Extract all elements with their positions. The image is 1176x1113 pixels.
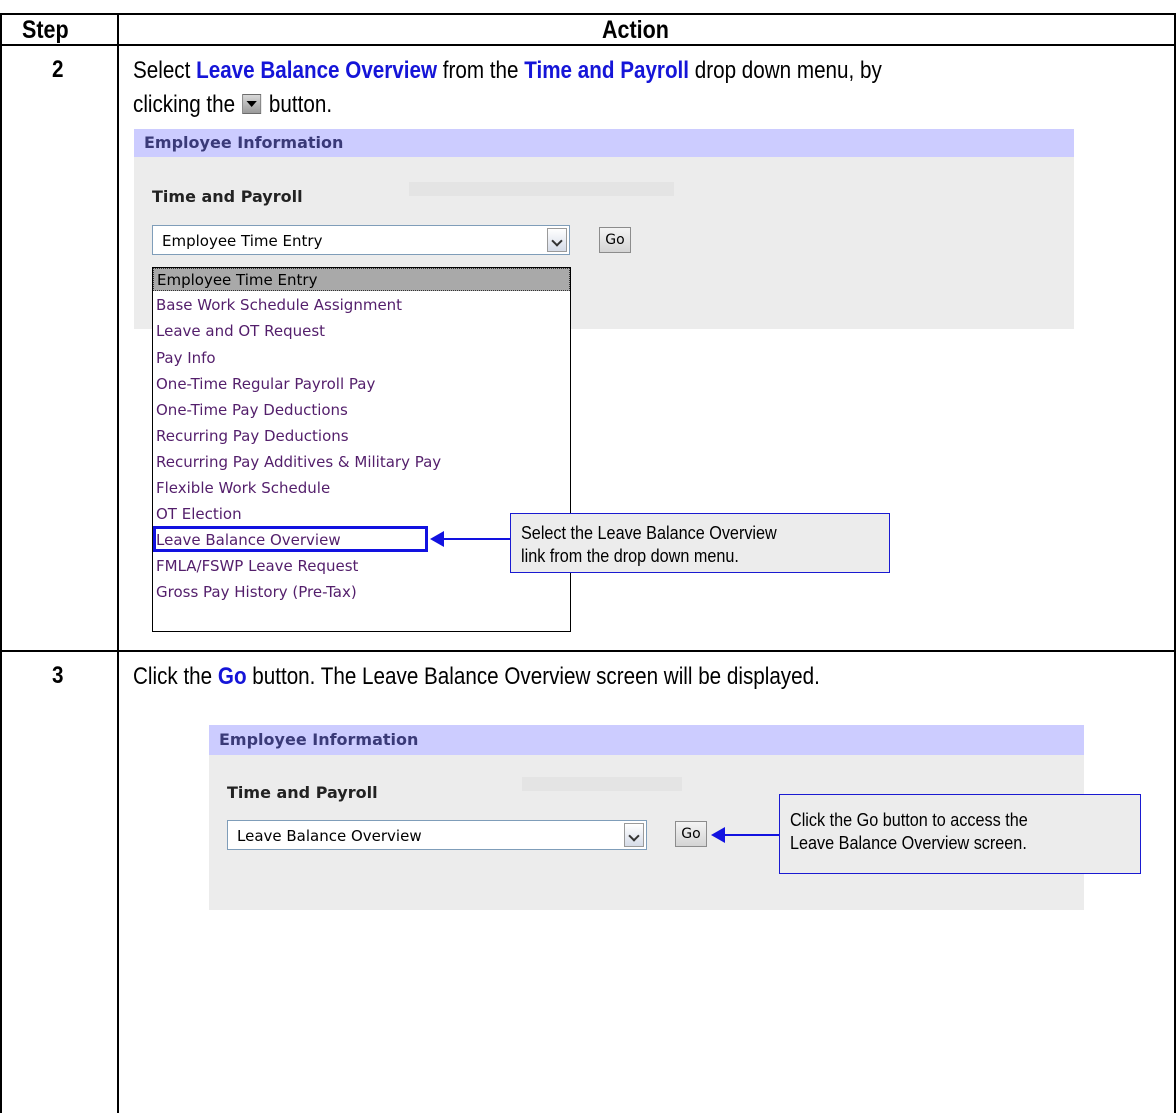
chevron-down-icon[interactable]: [624, 823, 644, 847]
select-current-value: Employee Time Entry: [162, 232, 323, 250]
time-and-payroll-highlight: Time and Payroll: [524, 57, 690, 84]
callout-line-1: Click the Go button to access the: [790, 810, 1028, 830]
dropdown-item[interactable]: Leave and OT Request: [153, 320, 570, 343]
dropdown-item[interactable]: Recurring Pay Additives & Military Pay: [153, 451, 570, 474]
step-3-number: 3: [52, 662, 64, 689]
faint-placeholder-bar: [522, 777, 682, 791]
select-current-value: Leave Balance Overview: [237, 827, 422, 845]
step-2-number: 2: [52, 56, 64, 83]
header-step: Step: [22, 16, 69, 44]
arrow-left-icon: [711, 827, 725, 843]
dropdown-item[interactable]: Base Work Schedule Assignment: [153, 294, 570, 317]
arrow-connector: [724, 834, 780, 836]
table-border-left: [0, 13, 2, 1113]
dropdown-item[interactable]: FMLA/FSWP Leave Request: [153, 555, 570, 578]
time-and-payroll-dropdown-list[interactable]: Employee Time Entry Base Work Schedule A…: [152, 267, 571, 632]
dropdown-item[interactable]: Flexible Work Schedule: [153, 477, 570, 500]
callout-line-2: link from the drop down menu.: [521, 546, 739, 566]
instruction-document: Step Action 2 Select Leave Balance Overv…: [0, 0, 1176, 1113]
time-and-payroll-select[interactable]: Leave Balance Overview: [227, 820, 647, 850]
dropdown-item[interactable]: One-Time Pay Deductions: [153, 399, 570, 422]
panel-title: Employee Information: [219, 730, 419, 749]
dropdown-item[interactable]: Recurring Pay Deductions: [153, 425, 570, 448]
step-2-text-dropdown: drop down menu, by: [689, 57, 882, 84]
dropdown-item[interactable]: One-Time Regular Payroll Pay: [153, 373, 570, 396]
callout-line-1: Select the Leave Balance Overview: [521, 523, 777, 543]
panel-header: Employee Information: [134, 129, 1074, 157]
step-2-text-button: button.: [263, 91, 333, 118]
leave-balance-overview-highlight: Leave Balance Overview: [196, 57, 438, 84]
step-3-instruction: Click the Go button. The Leave Balance O…: [133, 660, 820, 693]
step-2-text-select: Select: [133, 57, 197, 84]
step-2-callout: Select the Leave Balance Overview link f…: [510, 513, 890, 573]
go-highlight: Go: [217, 663, 247, 690]
panel-header: Employee Information: [209, 725, 1084, 755]
callout-line-2: Leave Balance Overview screen.: [790, 833, 1027, 853]
dropdown-item[interactable]: OT Election: [153, 503, 570, 526]
step-2-text-clicking: clicking the: [133, 91, 241, 118]
panel-title: Employee Information: [144, 133, 344, 152]
table-row-divider: [0, 650, 1176, 652]
step-2-instruction-line2: clicking the button.: [133, 88, 332, 121]
leave-balance-highlight-box: [153, 526, 428, 552]
header-action: Action: [602, 16, 669, 44]
dropdown-item[interactable]: Employee Time Entry: [153, 268, 570, 291]
step-3-text-click: Click the: [133, 663, 218, 690]
step-2-instruction-line1: Select Leave Balance Overview from the T…: [133, 54, 882, 87]
go-button[interactable]: Go: [599, 227, 631, 253]
faint-placeholder-bar: [409, 182, 674, 196]
table-header-divider: [0, 44, 1176, 46]
step-3-text-rest: button. The Leave Balance Overview scree…: [246, 663, 820, 690]
time-and-payroll-label: Time and Payroll: [152, 187, 303, 206]
chevron-down-icon[interactable]: [547, 228, 567, 252]
time-and-payroll-select[interactable]: Employee Time Entry: [152, 225, 570, 255]
step-2-text-from: from the: [437, 57, 525, 84]
table-column-divider: [117, 13, 119, 1113]
dropdown-item[interactable]: Pay Info: [153, 347, 570, 370]
go-button[interactable]: Go: [675, 821, 707, 847]
time-and-payroll-label: Time and Payroll: [227, 783, 378, 802]
table-border-top: [0, 13, 1176, 15]
arrow-connector: [443, 538, 510, 540]
arrow-left-icon: [430, 531, 444, 547]
step-3-callout: Click the Go button to access the Leave …: [779, 794, 1141, 874]
dropdown-arrow-icon: [242, 94, 262, 114]
dropdown-item[interactable]: Gross Pay History (Pre-Tax): [153, 581, 570, 604]
